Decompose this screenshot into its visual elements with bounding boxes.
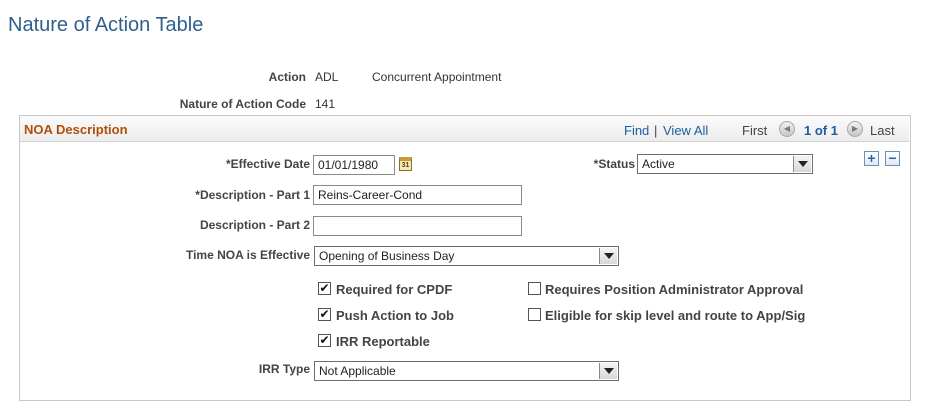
action-label: Action (268, 70, 306, 84)
eligible-skip-level-checkbox[interactable] (528, 308, 541, 321)
eligible-skip-level-label: Eligible for skip level and route to App… (545, 308, 806, 323)
time-noa-effective-value: Opening of Business Day (319, 249, 455, 263)
calendar-icon[interactable]: 31 (399, 157, 412, 171)
irr-type-label: IRR Type (258, 362, 310, 376)
irr-reportable-checkbox[interactable]: ✔ (318, 334, 331, 347)
irr-reportable-label: IRR Reportable (336, 334, 430, 349)
minus-icon[interactable]: − (885, 151, 900, 166)
description-part1-label: *Description - Part 1 (195, 188, 310, 202)
effective-date-input[interactable]: 01/01/1980 (313, 155, 395, 175)
requires-position-admin-checkbox[interactable] (528, 282, 541, 295)
action-code: ADL (315, 70, 339, 84)
status-label: *Status (593, 157, 635, 171)
effective-date-label: *Effective Date (225, 157, 310, 171)
nav-separator: | (654, 123, 658, 138)
description-part2-input[interactable] (313, 216, 522, 236)
noa-code-value: 141 (315, 97, 336, 111)
time-noa-effective-label: Time NOA is Effective (185, 248, 310, 262)
view-all-link[interactable]: View All (663, 123, 708, 138)
noa-code-label: Nature of Action Code (179, 97, 306, 111)
action-description: Concurrent Appointment (372, 70, 502, 84)
status-select[interactable]: Active (637, 154, 813, 174)
chevron-down-icon[interactable] (599, 248, 617, 264)
plus-icon[interactable]: + (864, 151, 879, 166)
find-link[interactable]: Find (624, 123, 649, 138)
required-cpdf-label: Required for CPDF (336, 282, 453, 297)
irr-type-value: Not Applicable (319, 364, 396, 378)
next-arrow-icon[interactable]: ▶ (847, 121, 863, 137)
last-label: Last (870, 123, 895, 138)
previous-arrow-icon[interactable]: ◀ (779, 121, 795, 137)
first-label: First (742, 123, 768, 138)
requires-position-admin-label: Requires Position Administrator Approval (545, 282, 804, 297)
required-cpdf-checkbox[interactable]: ✔ (318, 282, 331, 295)
status-value: Active (642, 157, 675, 171)
row-counter: 1 of 1 (804, 123, 838, 138)
panel-header (20, 116, 909, 142)
description-part1-input[interactable]: Reins-Career-Cond (313, 185, 522, 205)
push-action-checkbox[interactable]: ✔ (318, 308, 331, 321)
description-part2-label: Description - Part 2 (199, 218, 310, 232)
page-title: Nature of Action Table (8, 14, 204, 36)
time-noa-effective-select[interactable]: Opening of Business Day (314, 246, 619, 266)
irr-type-select[interactable]: Not Applicable (314, 361, 619, 381)
chevron-down-icon[interactable] (599, 363, 617, 379)
push-action-label: Push Action to Job (336, 308, 454, 323)
chevron-down-icon[interactable] (793, 156, 811, 172)
panel-title: NOA Description (24, 122, 128, 137)
